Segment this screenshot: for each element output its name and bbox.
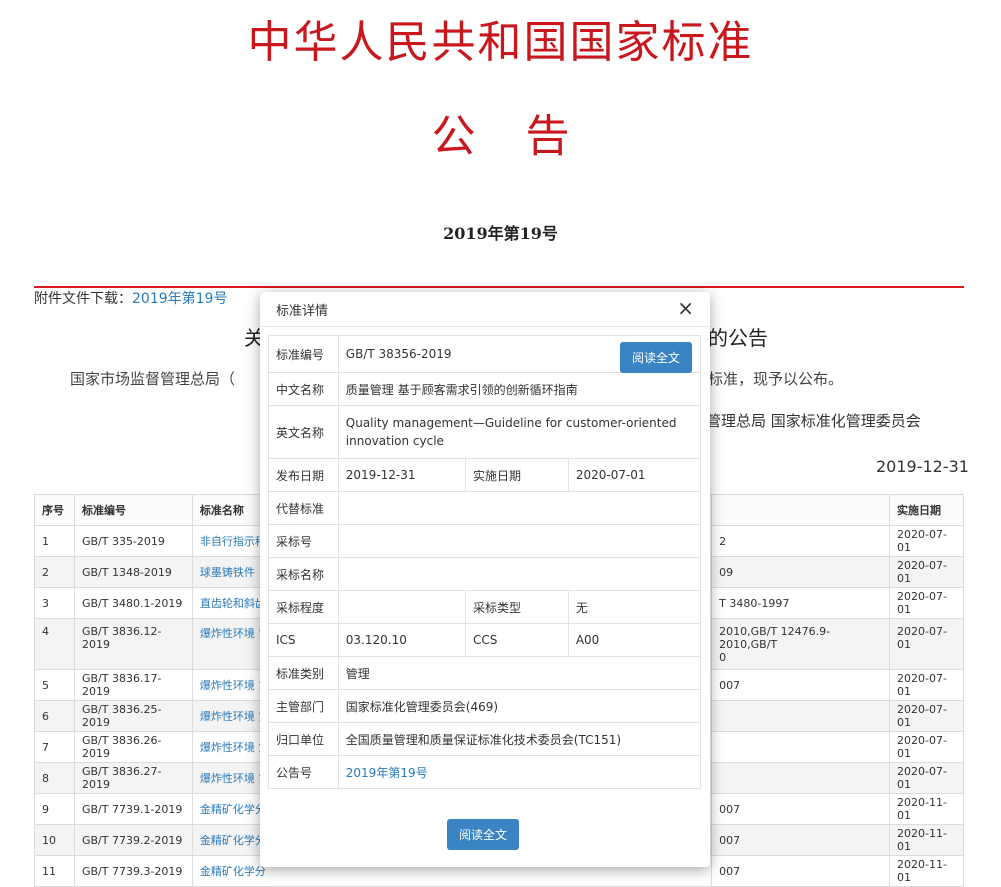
detail-row-dept: 主管部门 国家标准化管理委员会(469)	[268, 689, 702, 723]
standard-detail-modal: 标准详情 × 标准编号 GB/T 38356-2019 阅读全文 中文名称 质量…	[260, 292, 710, 867]
code-value: GB/T 38356-2019	[345, 347, 452, 361]
dept-value: 国家标准化管理委员会(469)	[337, 689, 702, 723]
adopt-type-label: 采标类型	[465, 590, 569, 624]
notice-link[interactable]: 2019年第19号	[337, 755, 702, 789]
dept-label: 主管部门	[268, 689, 339, 723]
ccs-value: A00	[567, 623, 702, 657]
detail-row-en: 英文名称 Quality management—Guideline for cu…	[268, 405, 702, 459]
impl-value: 2020-07-01	[567, 458, 702, 492]
adopt-type-value: 无	[567, 590, 702, 624]
detail-table: 标准编号 GB/T 38356-2019 阅读全文 中文名称 质量管理 基于顾客…	[268, 335, 702, 789]
close-icon[interactable]: ×	[677, 296, 694, 320]
detail-row-adopt: 采标程度 采标类型 无	[268, 590, 702, 624]
detail-row-code: 标准编号 GB/T 38356-2019 阅读全文	[268, 335, 702, 373]
replace-value	[337, 491, 702, 525]
owner-value: 全国质量管理和质量保证标准化技术委员会(TC151)	[337, 722, 702, 756]
adopt-no-label: 采标号	[268, 524, 339, 558]
modal-overlay: 标准详情 × 标准编号 GB/T 38356-2019 阅读全文 中文名称 质量…	[0, 0, 1001, 867]
detail-row-cn: 中文名称 质量管理 基于顾客需求引领的创新循环指南	[268, 372, 702, 406]
adopt-name-label: 采标名称	[268, 557, 339, 591]
cn-value: 质量管理 基于顾客需求引领的创新循环指南	[337, 372, 702, 406]
detail-row-ics: ICS 03.120.10 CCS A00	[268, 623, 702, 657]
detail-row-adopt-no: 采标号	[268, 524, 702, 558]
impl-label: 实施日期	[465, 458, 569, 492]
cn-label: 中文名称	[268, 372, 339, 406]
pub-label: 发布日期	[268, 458, 339, 492]
adopt-no-value	[337, 524, 702, 558]
adopt-degree-value	[337, 590, 467, 624]
ics-label: ICS	[268, 623, 339, 657]
code-cell: GB/T 38356-2019 阅读全文	[337, 335, 702, 373]
adopt-name-value	[337, 557, 702, 591]
replace-label: 代替标准	[268, 491, 339, 525]
detail-row-adopt-name: 采标名称	[268, 557, 702, 591]
adopt-degree-label: 采标程度	[268, 590, 339, 624]
category-value: 管理	[337, 656, 702, 690]
read-full-button-top[interactable]: 阅读全文	[619, 342, 692, 373]
notice-label: 公告号	[268, 755, 339, 789]
detail-row-owner: 归口单位 全国质量管理和质量保证标准化技术委员会(TC151)	[268, 722, 702, 756]
modal-title: 标准详情	[276, 304, 329, 319]
detail-row-category: 标准类别 管理	[268, 656, 702, 690]
en-value: Quality management—Guideline for custome…	[337, 405, 702, 459]
en-label: 英文名称	[268, 405, 339, 459]
ics-value: 03.120.10	[337, 623, 467, 657]
modal-header: 标准详情 ×	[260, 292, 710, 327]
category-label: 标准类别	[268, 656, 339, 690]
detail-row-notice: 公告号 2019年第19号	[268, 755, 702, 789]
ccs-label: CCS	[465, 623, 569, 657]
detail-row-replace: 代替标准	[268, 491, 702, 525]
detail-row-dates: 发布日期 2019-12-31 实施日期 2020-07-01	[268, 458, 702, 492]
pub-value: 2019-12-31	[337, 458, 467, 492]
owner-label: 归口单位	[268, 722, 339, 756]
read-full-button-bottom[interactable]: 阅读全文	[447, 819, 520, 850]
code-label: 标准编号	[268, 335, 339, 373]
